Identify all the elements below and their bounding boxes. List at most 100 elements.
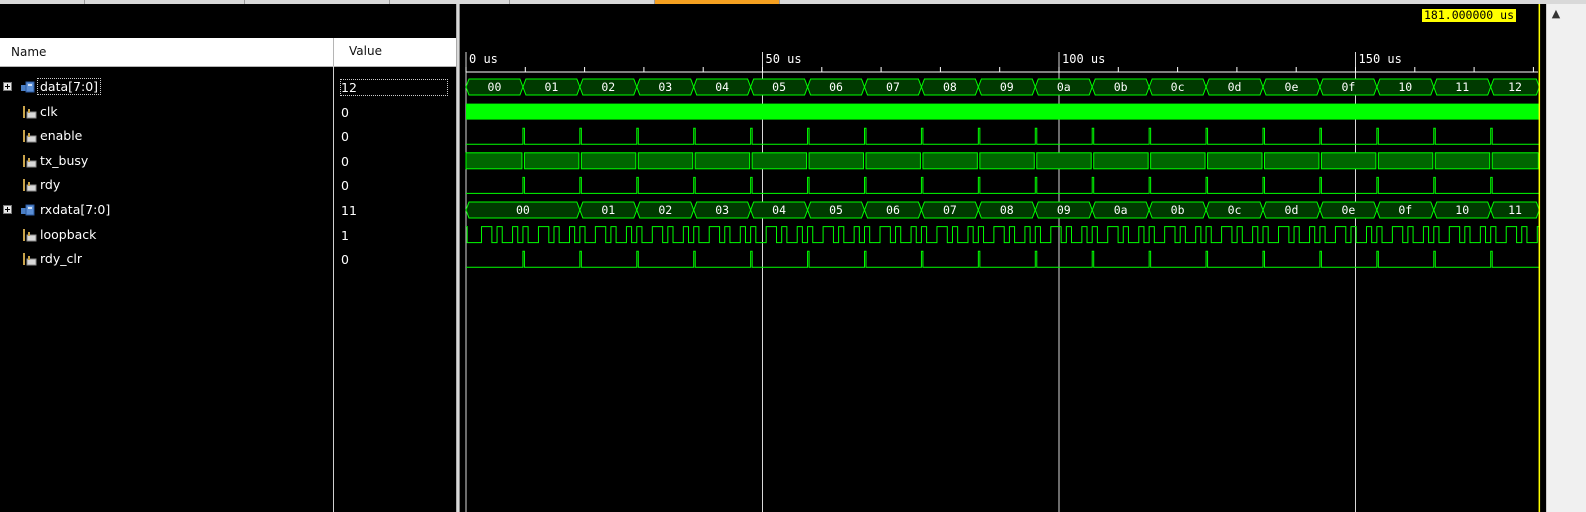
scroll-up-arrow-icon[interactable]: ▲ bbox=[1548, 6, 1564, 22]
bus-value-label: 0e bbox=[1341, 203, 1355, 217]
high-segment bbox=[1263, 152, 1320, 170]
high-segment bbox=[1207, 152, 1263, 170]
signal-row[interactable]: rdy 0 bbox=[0, 173, 456, 197]
signal-value: 0 bbox=[341, 252, 349, 268]
high-segment bbox=[1093, 152, 1149, 170]
signal-name: rdy bbox=[40, 177, 61, 193]
high-segment bbox=[1150, 152, 1206, 170]
bus-value-label: 11 bbox=[1508, 203, 1522, 217]
high-segment bbox=[922, 152, 978, 170]
signal-name: rxdata[7:0] bbox=[40, 202, 111, 217]
signal-row[interactable]: clk 0 bbox=[0, 100, 456, 124]
bus-value-label: 11 bbox=[1455, 80, 1469, 94]
column-header-divider bbox=[333, 38, 334, 66]
bus-value-label: 02 bbox=[658, 203, 672, 217]
bus-value-label: 04 bbox=[772, 203, 786, 217]
expand-icon[interactable] bbox=[3, 205, 12, 214]
bus-value-label: 01 bbox=[544, 80, 558, 94]
signal-list-panel: Name Value data[7:0] 12 clk 0 enable 0 tx_busy… bbox=[0, 4, 456, 512]
bus-icon bbox=[20, 79, 36, 95]
bus-icon bbox=[20, 202, 36, 218]
signal-name: tx_busy bbox=[40, 152, 89, 168]
waveform-panel[interactable]: 0 us 50 us 100 us 150 us 00 01 02 03 04 05 06 07 08 0… bbox=[460, 4, 1546, 512]
signal-value: 0 bbox=[341, 153, 349, 169]
signal-row[interactable]: rdy_clr 0 bbox=[0, 247, 456, 271]
high-segment bbox=[979, 152, 1035, 170]
bus-value-label: 07 bbox=[943, 203, 957, 217]
signal-trace bbox=[466, 127, 1540, 145]
wire-icon bbox=[22, 104, 38, 120]
signal-name: clk bbox=[40, 103, 58, 119]
name-column-header[interactable]: Name bbox=[11, 45, 46, 59]
signal-name: enable bbox=[40, 128, 83, 144]
signal-value: 11 bbox=[341, 203, 357, 218]
bus-value-label: 0d bbox=[1228, 80, 1242, 94]
bus-value-label: 09 bbox=[1000, 80, 1014, 94]
bus-value-label: 06 bbox=[886, 203, 900, 217]
high-segment bbox=[523, 152, 580, 170]
bus-value-label: 07 bbox=[886, 80, 900, 94]
clock-trace bbox=[466, 103, 1540, 120]
bus-value-label: 00 bbox=[516, 203, 530, 217]
wire-icon bbox=[22, 251, 38, 267]
bus-value-label: 00 bbox=[488, 80, 502, 94]
bus-value-label: 0c bbox=[1171, 80, 1185, 94]
column-header: Name Value bbox=[0, 38, 456, 67]
value-column-header[interactable]: Value bbox=[349, 44, 382, 58]
high-segment bbox=[865, 152, 921, 170]
tx-busy-trace bbox=[465, 152, 1539, 170]
high-segment bbox=[465, 152, 523, 170]
wire-icon bbox=[22, 177, 38, 193]
signal-row[interactable]: loopback 1 bbox=[0, 223, 456, 247]
bus-value-label: 09 bbox=[1057, 203, 1071, 217]
signal-value: 1 bbox=[341, 227, 349, 243]
high-segment bbox=[1434, 152, 1491, 170]
bus-value-label: 10 bbox=[1455, 203, 1469, 217]
signal-row[interactable]: rxdata[7:0] 11 bbox=[0, 198, 456, 222]
cursor-time-label: 181.000000 us bbox=[1422, 8, 1517, 22]
vertical-scrollbar[interactable] bbox=[1546, 4, 1586, 512]
time-tick-label: 100 us bbox=[1062, 52, 1105, 66]
bus-value-label: 0a bbox=[1114, 203, 1128, 217]
signal-row[interactable]: data[7:0] 12 bbox=[0, 75, 456, 99]
bus-value-label: 0f bbox=[1398, 203, 1412, 217]
wire-icon bbox=[22, 153, 38, 169]
bus-value-label: 05 bbox=[772, 80, 786, 94]
high-segment bbox=[1377, 152, 1434, 170]
bus-value-label: 0b bbox=[1114, 80, 1128, 94]
high-segment bbox=[1036, 152, 1092, 170]
signal-name: rdy_clr bbox=[40, 251, 82, 267]
bus-value-label: 0f bbox=[1341, 80, 1355, 94]
signal-trace bbox=[466, 176, 1540, 194]
signal-row[interactable]: enable 0 bbox=[0, 124, 456, 148]
waveform-canvas[interactable]: 0 us 50 us 100 us 150 us00 01 02 03 04 05 06 07 08 0… bbox=[460, 4, 1546, 512]
bus-trace: 00 01 02 03 04 05 06 07 08 09 0a 0b 0c 0d 0e 0f 10 11 bbox=[465, 201, 1540, 219]
high-segment bbox=[694, 152, 751, 170]
signal-value: 0 bbox=[341, 104, 349, 120]
bus-value-label: 03 bbox=[658, 80, 672, 94]
bus-value-label: 02 bbox=[601, 80, 615, 94]
bus-value-label: 0a bbox=[1057, 80, 1071, 94]
signal-trace bbox=[466, 250, 1540, 268]
signal-value: 12 bbox=[340, 79, 448, 96]
time-tick-label: 0 us bbox=[469, 52, 498, 66]
time-tick-label: 150 us bbox=[1359, 52, 1402, 66]
wire-icon bbox=[22, 227, 38, 243]
signal-row[interactable]: tx_busy 0 bbox=[0, 149, 456, 173]
loopback-trace bbox=[466, 226, 1540, 244]
bus-value-label: 0d bbox=[1285, 203, 1299, 217]
signal-name: data[7:0] bbox=[36, 78, 102, 95]
wire-icon bbox=[22, 128, 38, 144]
bus-value-label: 01 bbox=[601, 203, 615, 217]
bus-value-label: 0e bbox=[1285, 80, 1299, 94]
expand-icon[interactable] bbox=[3, 82, 12, 91]
bus-trace: 00 01 02 03 04 05 06 07 08 09 0a 0b 0c 0d 0e 0f 10 11 12 bbox=[465, 78, 1540, 96]
bus-value-label: 08 bbox=[943, 80, 957, 94]
bus-value-label: 0b bbox=[1171, 203, 1185, 217]
signal-name: loopback bbox=[40, 226, 97, 242]
bus-value-label: 06 bbox=[829, 80, 843, 94]
high-segment bbox=[1491, 152, 1539, 170]
bus-value-label: 08 bbox=[1000, 203, 1014, 217]
bus-value-label: 05 bbox=[829, 203, 843, 217]
high-segment bbox=[808, 152, 864, 170]
